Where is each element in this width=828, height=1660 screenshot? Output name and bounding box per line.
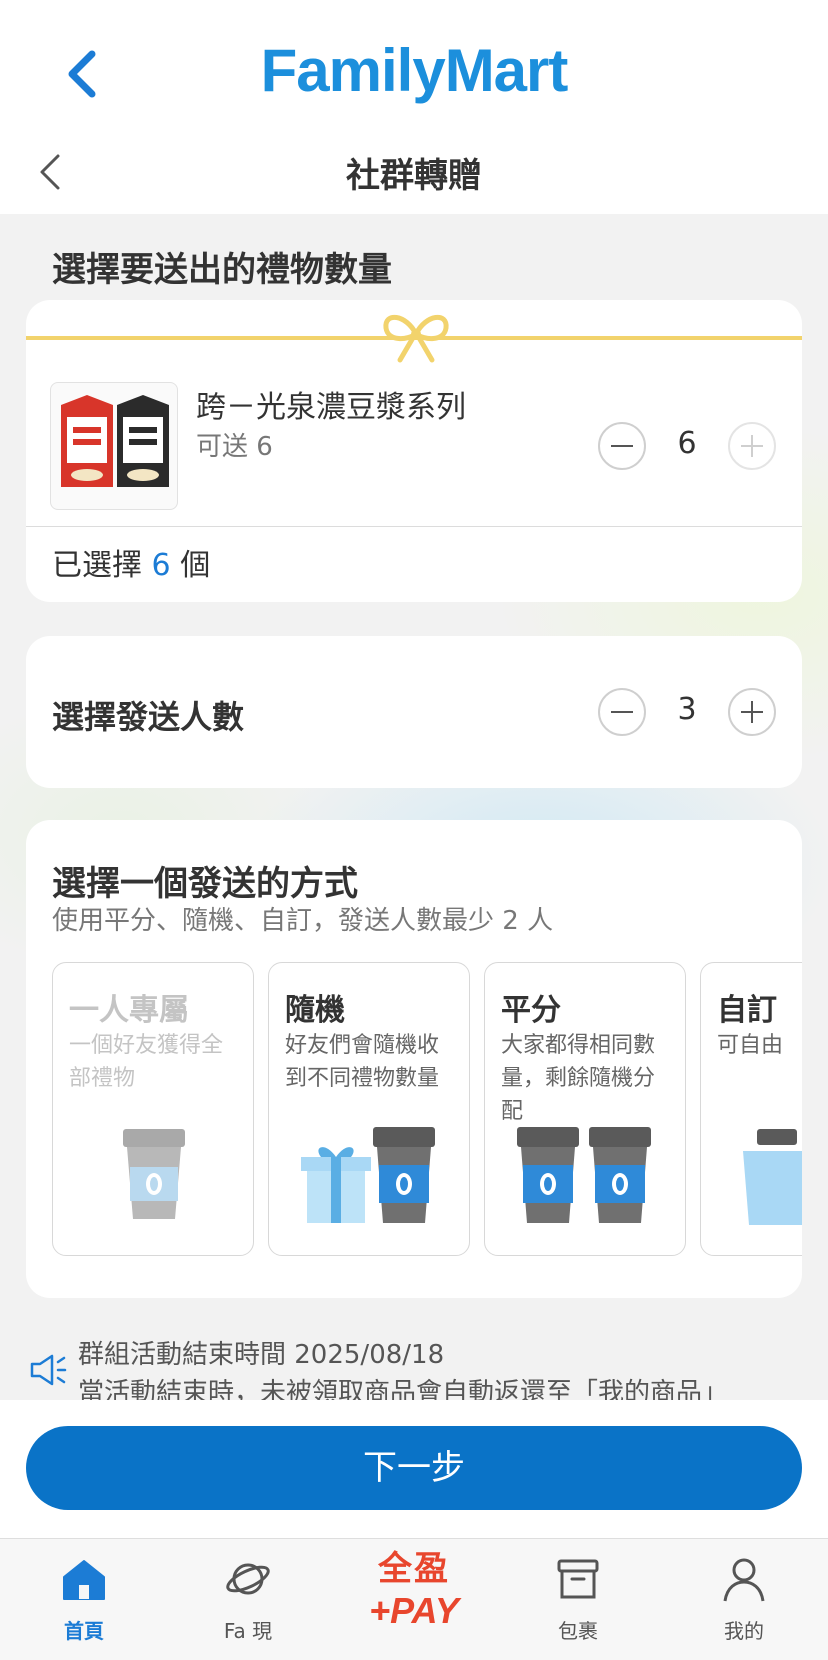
tab-home[interactable]: 首頁 [14, 1539, 154, 1660]
megaphone-icon [30, 1354, 67, 1386]
tab-parcel[interactable]: 包裹 [508, 1539, 648, 1660]
product-image [50, 382, 178, 510]
brand-header: FamilyMart [0, 0, 828, 130]
available-count: 可送 6 [196, 432, 273, 462]
method-subtitle: 使用平分、隨機、自訂，發送人數最少 2 人 [52, 906, 554, 936]
title-bar: 社群轉贈 [0, 130, 828, 214]
soy-milk-cartons-image [61, 395, 169, 487]
next-step-button[interactable]: 下一步 [26, 1426, 802, 1510]
gift-section-heading: 選擇要送出的禮物數量 [52, 250, 392, 290]
bottom-tab-bar: 首頁 Fa 現 全盈 +PAY 包裹 我的 [0, 1538, 828, 1660]
gift-increase-button[interactable] [728, 422, 776, 470]
home-icon [63, 1560, 105, 1600]
option-description: 一個好友獲得全部禮物 [69, 1033, 224, 1091]
option-title: 平分 [501, 993, 561, 1028]
recipient-decrease-button[interactable] [598, 688, 646, 736]
pay-logo-bottom: +PAY [369, 1590, 459, 1631]
option-description: 好友們會隨機收到不同禮物數量 [285, 1033, 440, 1091]
gift-decrease-button[interactable] [598, 422, 646, 470]
send-method-card: 選擇一個發送的方式 使用平分、隨機、自訂，發送人數最少 2 人 一人專屬 一個好… [26, 820, 802, 1298]
tab-label: 包裹 [558, 1619, 598, 1643]
tab-fa[interactable]: Fa 現 [178, 1539, 318, 1660]
action-area: 下一步 [0, 1400, 828, 1538]
page-title: 社群轉贈 [346, 156, 482, 196]
person-icon [723, 1558, 765, 1602]
gift-quantity-stepper: 6 [598, 422, 776, 470]
tab-label: 首頁 [64, 1619, 104, 1643]
recipient-count-card: 選擇發送人數 3 [26, 636, 802, 788]
gift-card: 跨－光泉濃豆漿系列 可送 6 6 已選擇 6 個 [26, 300, 802, 602]
method-option-exclusive[interactable]: 一人專屬 一個好友獲得全部禮物 [52, 962, 254, 1256]
recipient-count-label: 選擇發送人數 [52, 698, 245, 736]
method-title: 選擇一個發送的方式 [52, 864, 358, 904]
custom-cup-icon [743, 1129, 802, 1225]
selected-summary: 已選擇 6 個 [52, 540, 210, 584]
option-description: 可自由 [717, 1033, 784, 1058]
tab-label: Fa 現 [223, 1619, 273, 1643]
option-title: 隨機 [285, 993, 345, 1028]
product-name: 跨－光泉濃豆漿系列 [196, 390, 466, 425]
notice-end-date: 群組活動結束時間 2025/08/18 [78, 1340, 445, 1370]
ribbon-bow-icon [383, 315, 449, 363]
familymart-logo: FamilyMart [260, 37, 569, 104]
tab-profile[interactable]: 我的 [674, 1539, 814, 1660]
gift-quantity-value: 6 [677, 426, 697, 461]
option-title: 一人專屬 [69, 993, 189, 1028]
recipient-count-value: 3 [677, 692, 697, 727]
box-icon [557, 1559, 599, 1599]
single-cup-icon [123, 1129, 185, 1219]
gift-and-cup-icon [301, 1127, 435, 1223]
selected-count: 6 [151, 548, 171, 583]
method-option-custom[interactable]: 自訂 可自由 [700, 962, 802, 1256]
recipient-stepper: 3 [598, 688, 776, 736]
recipient-increase-button[interactable] [728, 688, 776, 736]
pay-logo[interactable]: 全盈 +PAY [348, 1549, 480, 1649]
option-title: 自訂 [717, 993, 777, 1028]
app-root: FamilyMart 社群轉贈 選擇要送出的禮物數量 跨－光泉濃豆漿系列 可送 … [0, 0, 828, 1660]
planet-icon [226, 1563, 270, 1595]
divider [26, 526, 802, 527]
selected-prefix: 已選擇 [52, 548, 142, 583]
pay-logo-top: 全盈 [378, 1549, 450, 1589]
tab-label: 我的 [724, 1619, 764, 1643]
two-cups-icon [517, 1127, 651, 1223]
method-options-scroller[interactable]: 一人專屬 一個好友獲得全部禮物 隨機 好友們會隨機收到不同禮物數量 平分 大家都… [52, 962, 802, 1258]
method-option-split[interactable]: 平分 大家都得相同數量，剩餘隨機分配 [484, 962, 686, 1256]
method-option-random[interactable]: 隨機 好友們會隨機收到不同禮物數量 [268, 962, 470, 1256]
selected-suffix: 個 [180, 548, 211, 583]
